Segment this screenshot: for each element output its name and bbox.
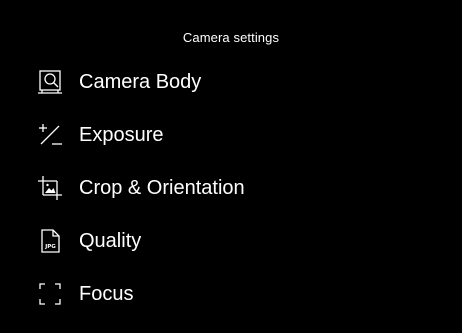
- jpg-file-icon: JPG: [36, 227, 64, 255]
- menu-item-label: Crop & Orientation: [79, 176, 245, 199]
- menu-item-label: Quality: [79, 229, 142, 252]
- jpg-label: JPG: [44, 244, 56, 250]
- menu-item-camera-body[interactable]: Camera Body: [36, 55, 436, 108]
- menu-item-label: Focus: [79, 282, 134, 305]
- menu-item-quality[interactable]: JPG Quality: [36, 214, 436, 267]
- menu-item-crop-orientation[interactable]: Crop & Orientation: [36, 161, 436, 214]
- page-title: Camera settings: [182, 30, 280, 45]
- menu-item-label: Camera Body: [79, 70, 202, 93]
- exposure-icon: [36, 121, 64, 149]
- menu-item-label: Exposure: [79, 123, 164, 146]
- menu-item-exposure[interactable]: Exposure: [36, 108, 436, 161]
- camera-body-icon: [36, 68, 64, 96]
- menu-item-focus[interactable]: Focus: [36, 267, 436, 320]
- focus-frame-icon: [36, 280, 64, 308]
- crop-icon: [36, 174, 64, 202]
- settings-menu: Camera Body Exposure Crop & Orientation …: [36, 55, 436, 320]
- camera-settings-panel: Camera settings Camera Body Exposure Cro…: [0, 0, 462, 333]
